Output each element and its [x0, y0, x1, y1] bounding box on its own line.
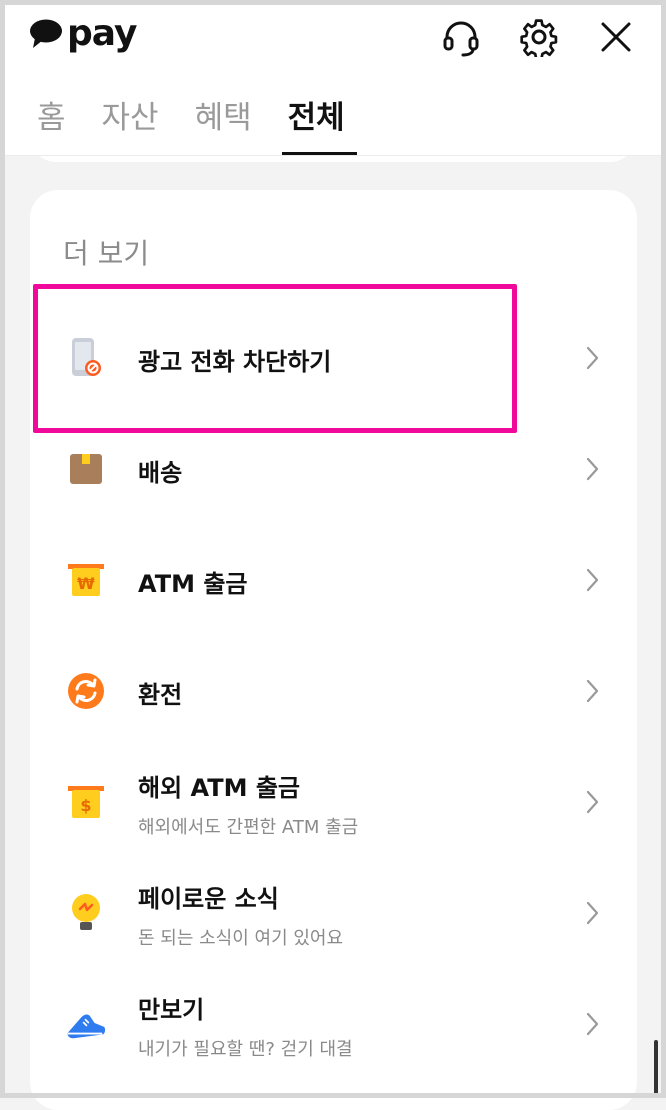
menu-item-overseas-atm[interactable]: $ 해외 ATM 출금 해외에서도 간편한 ATM 출금	[30, 752, 637, 852]
chevron-right-icon	[586, 901, 599, 925]
section-title: 더 보기	[63, 237, 150, 270]
menu-item-currency-exchange[interactable]: 환전	[30, 641, 637, 741]
settings-button[interactable]	[517, 15, 561, 59]
menu-item-title: 만보기	[138, 996, 205, 1024]
speech-bubble-icon	[30, 19, 62, 48]
close-button[interactable]	[594, 15, 638, 59]
exchange-icon	[66, 671, 106, 711]
package-icon	[66, 449, 106, 489]
menu-item-pay-news[interactable]: 페이로운 소식 돈 되는 소식이 여기 있어요	[30, 863, 637, 963]
tab-benefits[interactable]: 혜택	[195, 93, 252, 155]
menu-item-title: 환전	[138, 681, 183, 709]
top-header: pay 홈 자산 혜택 전체	[5, 5, 661, 156]
chevron-right-icon	[586, 457, 599, 481]
tab-bar: 홈 자산 혜택 전체	[37, 93, 381, 155]
gear-icon	[520, 19, 558, 57]
chevron-right-icon	[586, 568, 599, 592]
headset-icon	[443, 21, 479, 57]
lightbulb-icon	[66, 893, 106, 933]
close-icon	[601, 22, 631, 52]
chevron-right-icon	[586, 790, 599, 814]
menu-item-subtitle: 돈 되는 소식이 여기 있어요	[138, 928, 344, 949]
atm-won-icon: ₩	[66, 560, 106, 600]
menu-item-atm-withdraw[interactable]: ₩ ATM 출금	[30, 530, 637, 630]
menu-item-title: 배송	[138, 459, 183, 487]
support-button[interactable]	[439, 15, 483, 59]
logo-text: pay	[67, 13, 137, 54]
sneaker-icon	[66, 1004, 106, 1044]
chevron-right-icon	[586, 679, 599, 703]
atm-dollar-icon: $	[66, 782, 106, 822]
chevron-right-icon	[586, 346, 599, 370]
menu-item-title: 페이로운 소식	[138, 885, 279, 913]
menu-item-pedometer[interactable]: 만보기 내기가 필요할 땐? 걷기 대결	[30, 974, 637, 1074]
highlight-box	[33, 284, 517, 433]
menu-item-title: ATM 출금	[138, 570, 248, 598]
svg-text:$: $	[80, 796, 91, 815]
menu-item-delivery[interactable]: 배송	[30, 419, 637, 519]
tab-home[interactable]: 홈	[37, 93, 66, 155]
chevron-right-icon	[586, 1012, 599, 1036]
tab-assets[interactable]: 자산	[102, 93, 159, 155]
menu-item-title: 해외 ATM 출금	[138, 774, 300, 802]
scrollbar[interactable]	[654, 1040, 658, 1096]
kakaopay-logo[interactable]: pay	[29, 11, 137, 57]
tab-all[interactable]: 전체	[281, 93, 357, 155]
menu-item-subtitle: 해외에서도 간편한 ATM 출금	[138, 817, 359, 838]
menu-item-subtitle: 내기가 필요할 땐? 걷기 대결	[138, 1039, 353, 1060]
svg-text:₩: ₩	[77, 574, 95, 593]
